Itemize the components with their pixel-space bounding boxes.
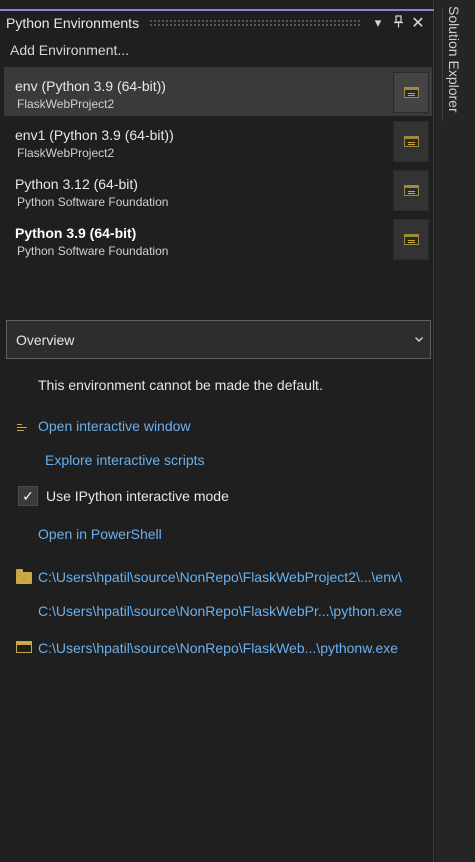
console-window-icon [403, 87, 419, 98]
view-select-dropdown[interactable]: Overview [6, 320, 431, 359]
environment-source: FlaskWebProject2 [17, 146, 115, 160]
open-interactive-window-button[interactable] [393, 219, 429, 260]
checkmark-icon: ✓ [22, 487, 34, 504]
environment-item[interactable]: env1 (Python 3.9 (64-bit)) FlaskWebProje… [4, 116, 432, 165]
open-interactive-window-button[interactable] [393, 121, 429, 162]
environment-source: FlaskWebProject2 [17, 97, 115, 111]
open-interactive-window-link[interactable]: Open interactive window [38, 418, 191, 434]
environment-source: Python Software Foundation [17, 195, 169, 209]
ipython-mode-label: Use IPython interactive mode [46, 488, 229, 504]
side-tab-indicator [442, 8, 443, 121]
interactive-window-icon [17, 424, 29, 433]
window-menu-icon[interactable]: ▾ [368, 15, 388, 31]
add-environment-link[interactable]: Add Environment... [10, 42, 129, 58]
environment-item[interactable]: env (Python 3.9 (64-bit)) FlaskWebProjec… [4, 67, 432, 116]
chevron-down-icon [408, 334, 430, 346]
console-window-icon [403, 185, 419, 196]
default-environment-note: This environment cannot be made the defa… [38, 377, 323, 393]
ipython-mode-checkbox[interactable]: ✓ [18, 486, 38, 506]
open-interactive-window-button[interactable] [393, 170, 429, 211]
close-icon[interactable]: ✕ [408, 13, 428, 33]
pythonw-exe-link[interactable]: C:\Users\hpatil\source\NonRepo\FlaskWeb.… [38, 640, 398, 656]
environment-name: env1 (Python 3.9 (64-bit)) [15, 127, 174, 143]
environment-item[interactable]: Python 3.9 (64-bit) Python Software Foun… [4, 214, 432, 263]
view-select-value: Overview [16, 331, 75, 348]
environment-path-link[interactable]: C:\Users\hpatil\source\NonRepo\FlaskWebP… [38, 569, 402, 585]
solution-explorer-tab[interactable]: Solution Explorer [446, 6, 462, 113]
pin-icon[interactable] [388, 15, 408, 31]
environment-list: env (Python 3.9 (64-bit)) FlaskWebProjec… [4, 67, 432, 263]
side-tab-strip: Solution Explorer [435, 0, 475, 862]
folder-icon [16, 569, 32, 584]
environment-name: Python 3.12 (64-bit) [15, 176, 138, 192]
console-window-icon [403, 234, 419, 245]
python-exe-link[interactable]: C:\Users\hpatil\source\NonRepo\FlaskWebP… [38, 603, 402, 619]
environment-source: Python Software Foundation [17, 244, 169, 258]
explore-interactive-scripts-link[interactable]: Explore interactive scripts [45, 452, 205, 468]
panel-titlebar: Python Environments ▾ ✕ [0, 11, 434, 35]
titlebar-grip[interactable] [149, 19, 360, 27]
environment-name: env (Python 3.9 (64-bit)) [15, 78, 166, 94]
python-environments-panel: Python Environments ▾ ✕ Add Environment.… [0, 0, 434, 862]
console-window-icon [403, 136, 419, 147]
environment-item[interactable]: Python 3.12 (64-bit) Python Software Fou… [4, 165, 432, 214]
environment-name: Python 3.9 (64-bit) [15, 225, 137, 241]
panel-title: Python Environments [6, 15, 140, 31]
open-in-powershell-link[interactable]: Open in PowerShell [38, 526, 162, 542]
open-interactive-window-button[interactable] [393, 72, 429, 113]
ipython-mode-option[interactable]: ✓ Use IPython interactive mode [18, 486, 229, 506]
window-icon [16, 641, 32, 653]
